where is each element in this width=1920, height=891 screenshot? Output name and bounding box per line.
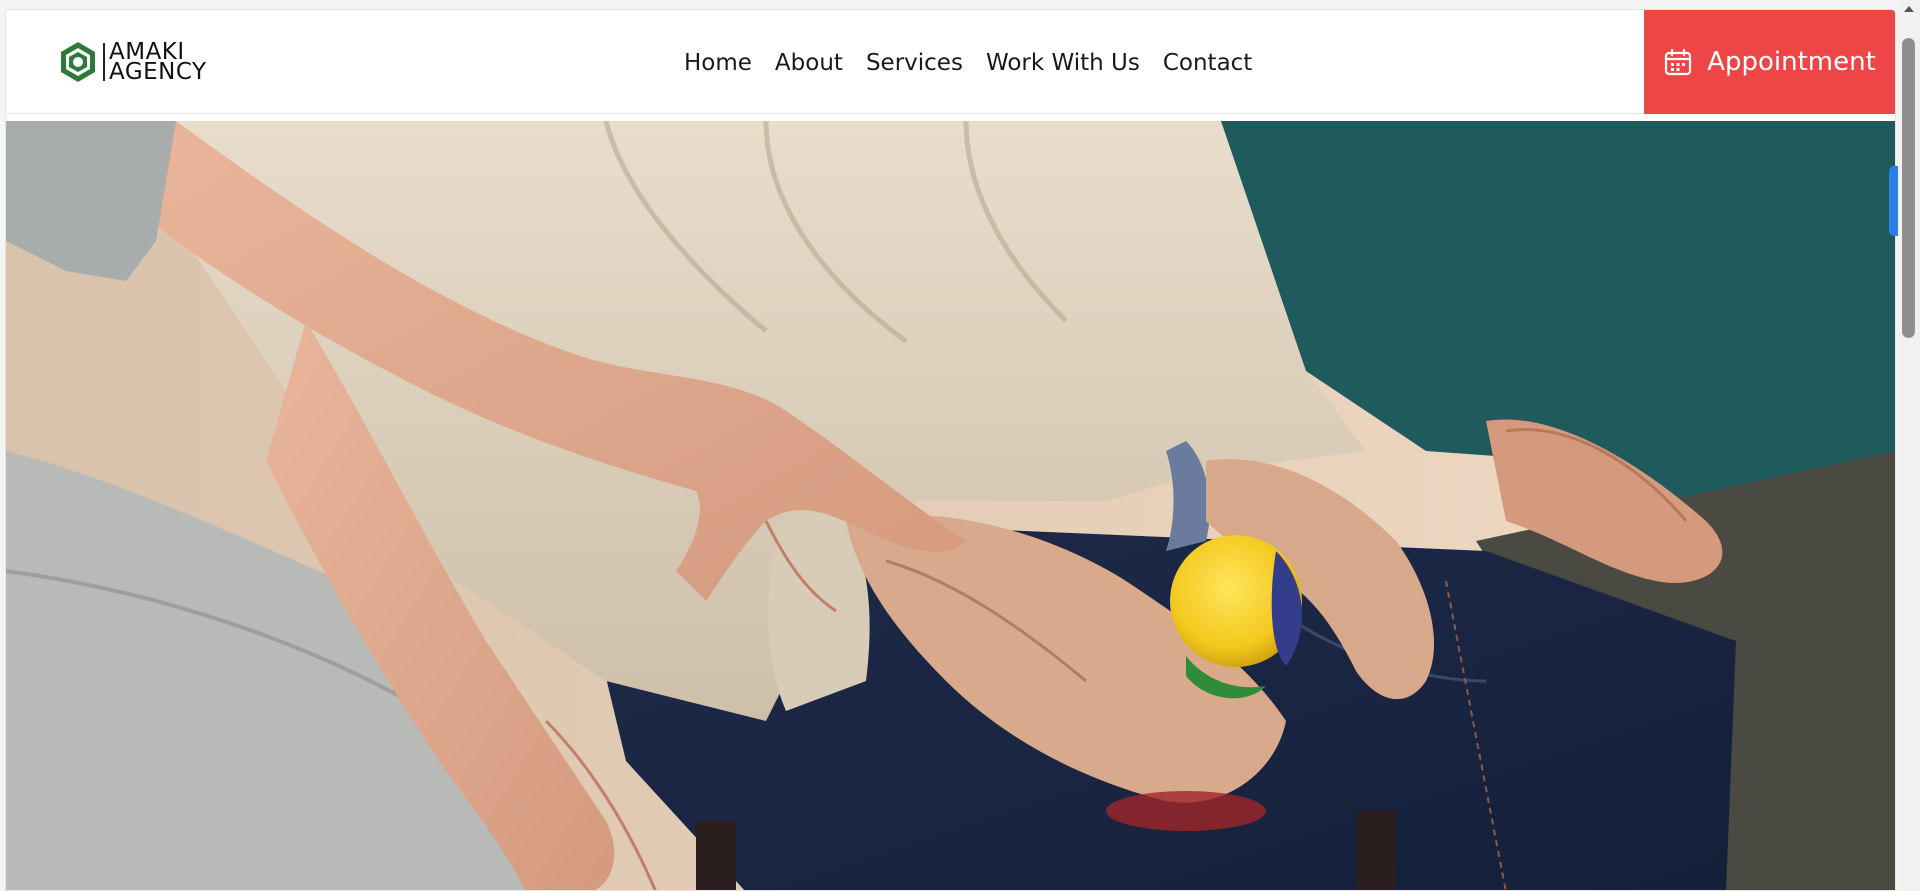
nav-about[interactable]: About (775, 48, 843, 78)
browser-viewport: AMAKI AGENCY Home About Services Work Wi… (5, 9, 1896, 891)
calendar-icon (1665, 48, 1692, 76)
main-nav: Home About Services Work With Us Contact (684, 48, 1275, 78)
scroll-up-arrow-icon[interactable] (1904, 6, 1914, 12)
appointment-button[interactable]: Appointment (1644, 10, 1895, 114)
logo-line-2: AGENCY (109, 59, 207, 85)
scrollbar[interactable] (1898, 0, 1920, 891)
page: AMAKI AGENCY Home About Services Work Wi… (0, 0, 1920, 891)
logo-divider (103, 43, 105, 81)
floating-side-tab[interactable] (1889, 166, 1898, 236)
nav-services[interactable]: Services (866, 48, 963, 78)
nav-home[interactable]: Home (684, 48, 752, 78)
scroll-thumb[interactable] (1902, 38, 1915, 338)
site-header: AMAKI AGENCY Home About Services Work Wi… (6, 10, 1895, 114)
logo[interactable]: AMAKI AGENCY (58, 40, 207, 84)
hero-photo (6, 121, 1895, 890)
appointment-label: Appointment (1707, 47, 1876, 77)
logo-wordmark: AMAKI AGENCY (109, 41, 207, 85)
nav-work-with-us[interactable]: Work With Us (986, 48, 1140, 78)
hero-image (6, 121, 1895, 890)
nav-contact[interactable]: Contact (1163, 48, 1252, 78)
hexagon-logo-icon (61, 42, 95, 82)
